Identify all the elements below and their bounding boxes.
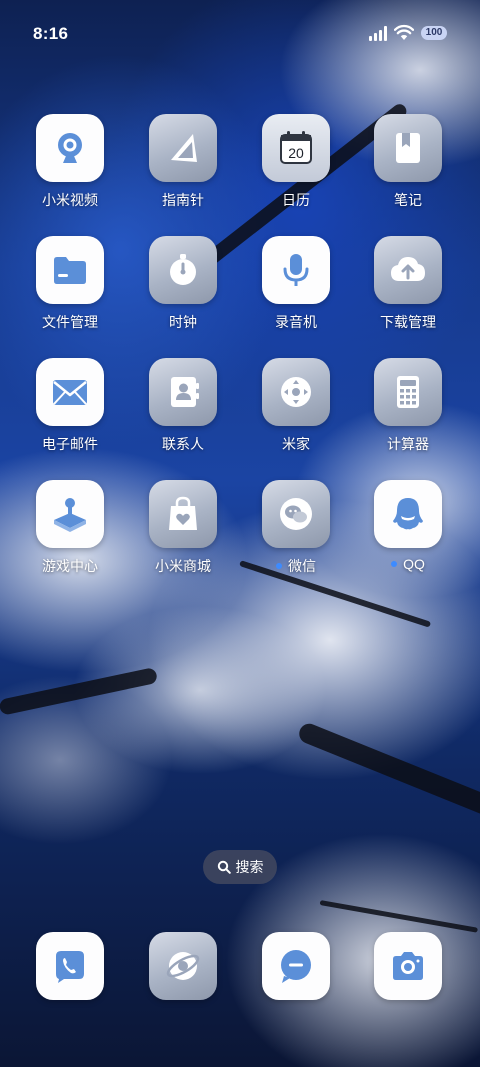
- mijia-icon: [262, 358, 330, 426]
- app-label: 录音机: [275, 314, 317, 330]
- folder-icon: [36, 236, 104, 304]
- camera-icon: [374, 932, 442, 1000]
- app-label: 时钟: [169, 314, 197, 330]
- app-qq[interactable]: QQ: [352, 480, 464, 572]
- browser-icon: [149, 932, 217, 1000]
- mi-video-icon: [36, 114, 104, 182]
- new-notification-dot: [391, 561, 398, 568]
- search-label: 搜索: [235, 859, 264, 875]
- app-label: 联系人: [162, 436, 204, 452]
- app-calendar[interactable]: 20 日历: [240, 114, 352, 210]
- clock-icon: [149, 236, 217, 304]
- messages-icon: [262, 932, 330, 1000]
- app-calculator[interactable]: 计算器: [352, 358, 464, 454]
- app-download-manager[interactable]: 下载管理: [352, 236, 464, 332]
- wifi-icon: [394, 24, 414, 40]
- app-email[interactable]: 电子邮件: [14, 358, 126, 454]
- app-clock[interactable]: 时钟: [127, 236, 239, 332]
- qq-penguin-icon: [374, 480, 442, 548]
- svg-text:20: 20: [288, 145, 304, 161]
- app-mi-video[interactable]: 小米视频: [14, 114, 126, 210]
- wechat-icon: [262, 480, 330, 548]
- status-bar: 8:16 100: [0, 0, 480, 60]
- dock-messages[interactable]: [262, 932, 330, 1000]
- new-notification-dot: [276, 563, 282, 570]
- shopping-bag-icon: [149, 480, 217, 548]
- battery-indicator: 100: [421, 26, 447, 40]
- calculator-icon: [374, 358, 442, 426]
- app-notes[interactable]: 笔记: [352, 114, 464, 210]
- app-label: 日历: [282, 192, 310, 208]
- app-label: 米家: [282, 436, 310, 452]
- dock-phone[interactable]: [36, 932, 104, 1000]
- app-recorder[interactable]: 录音机: [240, 236, 352, 332]
- microphone-icon: [262, 236, 330, 304]
- email-icon: [36, 358, 104, 426]
- phone-icon: [36, 932, 104, 1000]
- app-game-center[interactable]: 游戏中心: [14, 480, 126, 576]
- search-button[interactable]: 搜索: [203, 850, 277, 884]
- app-compass[interactable]: 指南针: [127, 114, 239, 210]
- app-mi-store[interactable]: 小米商城: [127, 480, 239, 576]
- dock-camera[interactable]: [374, 932, 442, 1000]
- app-label: 小米视频: [42, 192, 98, 208]
- contacts-icon: [149, 358, 217, 426]
- app-label: QQ: [352, 556, 464, 572]
- cellular-signal-icon: [369, 26, 389, 41]
- app-label: 指南针: [162, 192, 204, 208]
- app-label: 微信: [240, 556, 352, 576]
- search-icon: [217, 860, 231, 874]
- app-label: 计算器: [387, 436, 429, 452]
- app-mijia[interactable]: 米家: [240, 358, 352, 454]
- game-center-icon: [36, 480, 104, 548]
- dock-browser[interactable]: [149, 932, 217, 1000]
- app-label: 文件管理: [42, 314, 98, 330]
- app-wechat[interactable]: 微信: [240, 480, 352, 576]
- calendar-icon: 20: [262, 114, 330, 182]
- app-label: 小米商城: [155, 558, 211, 574]
- notes-icon: [374, 114, 442, 182]
- app-contacts[interactable]: 联系人: [127, 358, 239, 454]
- app-label: 下载管理: [380, 314, 436, 330]
- app-label: 电子邮件: [42, 436, 98, 452]
- app-label: 笔记: [394, 192, 422, 208]
- status-time: 8:16: [33, 24, 69, 43]
- cloud-download-icon: [374, 236, 442, 304]
- app-label: 游戏中心: [42, 558, 98, 574]
- app-file-manager[interactable]: 文件管理: [14, 236, 126, 332]
- compass-icon: [149, 114, 217, 182]
